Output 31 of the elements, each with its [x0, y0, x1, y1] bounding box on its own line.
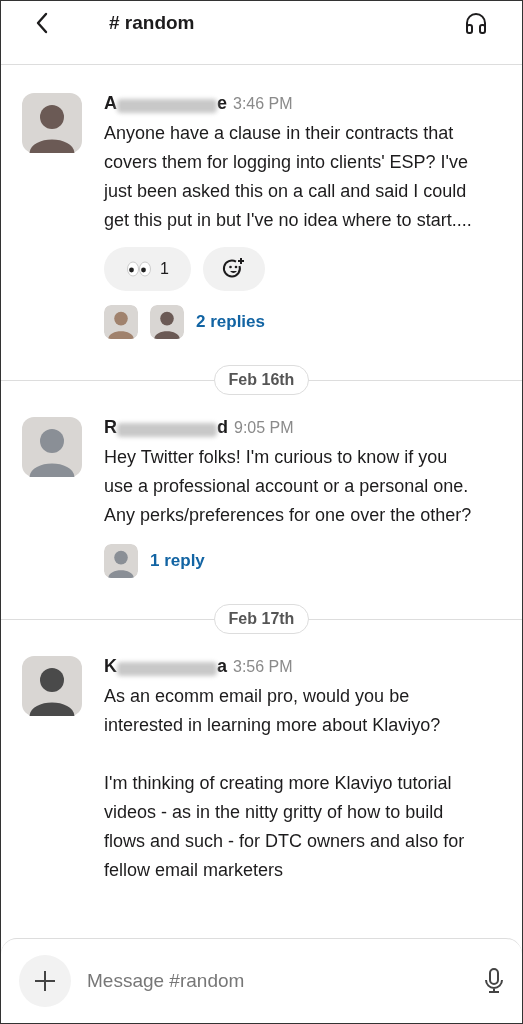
sender-name-end[interactable]: a [217, 656, 227, 677]
message-text: Anyone have a clause in their contracts that covers them for logging into clients' ESP? I've just been asked this on a call and said I could get this put in but I've no idea where to start.... [104, 122, 473, 232]
timestamp: 3:46 PM [233, 95, 293, 113]
sender-name-start[interactable]: R [104, 417, 117, 438]
reply-avatar [150, 305, 184, 339]
sender-name-end[interactable]: e [217, 93, 227, 114]
reaction-button[interactable]: 1 [104, 247, 191, 291]
message-text: I'm thinking of creating more Klaviyo tutorial videos - as in the nitty gritty of how to build flows and such - for DTC owners and also for fellow email marketers [104, 772, 466, 882]
avatar [22, 656, 82, 716]
reply-avatar [104, 305, 138, 339]
add-reaction-button[interactable] [202, 247, 265, 291]
replies-link[interactable]: 1 reply [150, 551, 205, 571]
message-text: As an ecomm email pro, would you be interested in learning more about Klaviyo? [104, 685, 442, 737]
reply-avatar [104, 544, 138, 578]
channel-title: # random [109, 11, 196, 34]
replies-link[interactable]: 2 replies [196, 312, 265, 332]
plus-button[interactable] [19, 955, 71, 1007]
message-text: Hey Twitter folks! I'm curious to know if you use a professional account or a personal one. Any perks/preferences for one over the other? [104, 446, 473, 527]
microphone-icon[interactable] [484, 968, 504, 994]
avatar [22, 417, 82, 477]
sender-name-start[interactable]: A [104, 93, 117, 114]
date-pill[interactable]: Feb 17th [213, 604, 310, 634]
avatar [22, 93, 82, 153]
plus-icon [34, 970, 56, 992]
timestamp: 9:05 PM [234, 419, 294, 437]
eyes-icon [126, 261, 152, 277]
date-pill[interactable]: Feb 16th [213, 365, 310, 395]
sender-name-end[interactable]: d [217, 417, 228, 438]
sender-name-start[interactable]: K [104, 656, 117, 677]
timestamp: 3:56 PM [233, 658, 293, 676]
message-input[interactable]: Message #random [85, 969, 470, 993]
